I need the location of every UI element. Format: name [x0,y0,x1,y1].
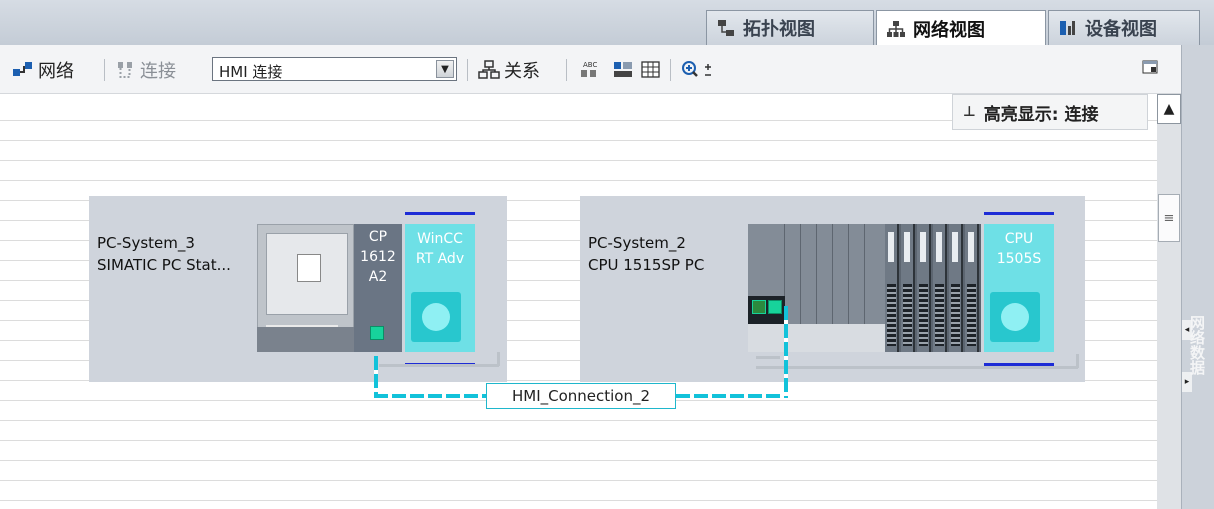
relations-label: 关系 [504,61,540,82]
station-type: SIMATIC PC Stat... [97,256,231,274]
table-grid-icon [641,61,660,78]
connections-label: 连接 [140,61,176,82]
toolbar-divider [566,59,567,81]
highlight-mode-indicator: ⊥ 高亮显示: 连接 [952,94,1148,130]
subnet-cable [756,366,1078,369]
connections-button[interactable]: 连接 [116,59,176,82]
network-icon [13,62,32,76]
tab-topology-view[interactable]: 拓扑视图 [706,10,874,45]
station-pc-system-2[interactable]: PC-System_2 CPU 1515SP PC CPU 1505S [580,196,1085,382]
hmi-label-line: RT Adv [415,251,465,267]
station-name: PC-System_3 [97,234,195,252]
station-name: PC-System_2 [588,234,686,252]
tab-topology-label: 拓扑视图 [743,19,815,40]
topology-icon [717,19,735,37]
connection-type-value: HMI 连接 [219,63,283,81]
subnet-cable [379,364,499,367]
wincc-rt-adv-module[interactable]: WinCC RT Adv [405,212,475,366]
chevron-down-icon[interactable]: ▼ [436,60,454,78]
device-view-icon [1059,19,1077,37]
cp-label-line: CP [368,229,388,245]
cpu-1505s-module[interactable]: CPU 1505S [984,212,1054,366]
subnet-cable [497,352,500,366]
expand-arrow-icon[interactable]: ▸ [1182,372,1192,392]
hmi-connection-line[interactable] [676,394,788,398]
scroll-up-arrow-icon[interactable]: ▲ [1157,94,1181,124]
ethernet-port-x1[interactable] [752,300,766,314]
view-tab-bar: 拓扑视图 网络视图 设备视图 [0,0,1214,46]
pc-base [257,327,354,352]
station-info: PC-System_3 SIMATIC PC Stat... [97,232,231,276]
hmi-connection-line[interactable] [374,356,378,398]
relations-button[interactable]: 关系 [478,59,540,82]
runtime-disk-icon [990,292,1040,342]
ethernet-port[interactable] [370,326,384,340]
svg-text:ABC: ABC [583,61,597,69]
station-info: PC-System_2 CPU 1515SP PC [588,232,704,276]
network-button[interactable]: 网络 [12,59,74,82]
runtime-disk-icon [411,292,461,342]
pin-icon[interactable]: ⊥ [963,104,976,120]
hmi-connection-label[interactable]: HMI_Connection_2 [486,383,676,409]
relations-icon [478,60,500,79]
zoom-in-icon [682,61,711,77]
connections-icon [118,62,132,78]
network-canvas[interactable]: ⊥ 高亮显示: 连接 PC-System_3 SIMATIC PC Stat..… [0,94,1157,509]
highlight-mode-label: 高亮显示: 连接 [983,104,1099,125]
panel-layout-icon[interactable] [1142,59,1158,75]
rack-slot [748,324,885,352]
hmi-label-line: WinCC [417,231,463,247]
scrollbar-thumb[interactable]: ≡ [1158,194,1180,242]
station-type: CPU 1515SP PC [588,256,705,274]
tab-device-label: 设备视图 [1085,19,1157,40]
tab-network-label: 网络视图 [913,19,985,41]
hmi-connection-line[interactable] [374,394,488,398]
network-view-icon [887,20,905,38]
cp-1612-a2-module[interactable]: CP 1612 A2 [354,224,402,352]
vertical-scrollbar[interactable] [1157,94,1181,509]
address-overview-button[interactable]: ABC [578,59,602,81]
cp-label-line: A2 [368,269,388,285]
network-label: 网络 [38,61,74,82]
toolbar-divider [467,59,468,81]
show-modules-button[interactable] [612,59,636,81]
connection-type-select[interactable]: HMI 连接 ▼ [212,57,457,81]
zoom-button[interactable] [680,59,714,81]
cp-label-line: 1612 [360,249,396,265]
io-modules[interactable] [885,224,981,352]
cpu-label-line: CPU [1004,231,1034,247]
table-view-button[interactable] [640,59,662,81]
side-panel-label: 网络数据 [1188,315,1206,375]
subnet-cable [756,356,780,359]
modules-icon [614,62,632,77]
network-toolbar: 网络 连接 HMI 连接 ▼ 关系 ABC [0,45,1214,94]
toolbar-divider [670,59,671,81]
tab-device-view[interactable]: 设备视图 [1048,10,1200,45]
hmi-connection-line[interactable] [784,306,788,398]
toolbar-divider [104,59,105,81]
subnet-cable [1076,354,1079,368]
tab-network-view[interactable]: 网络视图 [876,10,1046,46]
ethernet-port-x2[interactable] [768,300,782,314]
network-data-side-panel[interactable]: ◂ ▸ 网络数据 [1181,45,1214,509]
cpu-label-line: 1505S [996,251,1042,267]
address-abc-icon: ABC [581,61,597,77]
cpu-interface-block [748,296,785,324]
station-pc-system-3[interactable]: PC-System_3 SIMATIC PC Stat... CP 1612 A… [89,196,507,382]
